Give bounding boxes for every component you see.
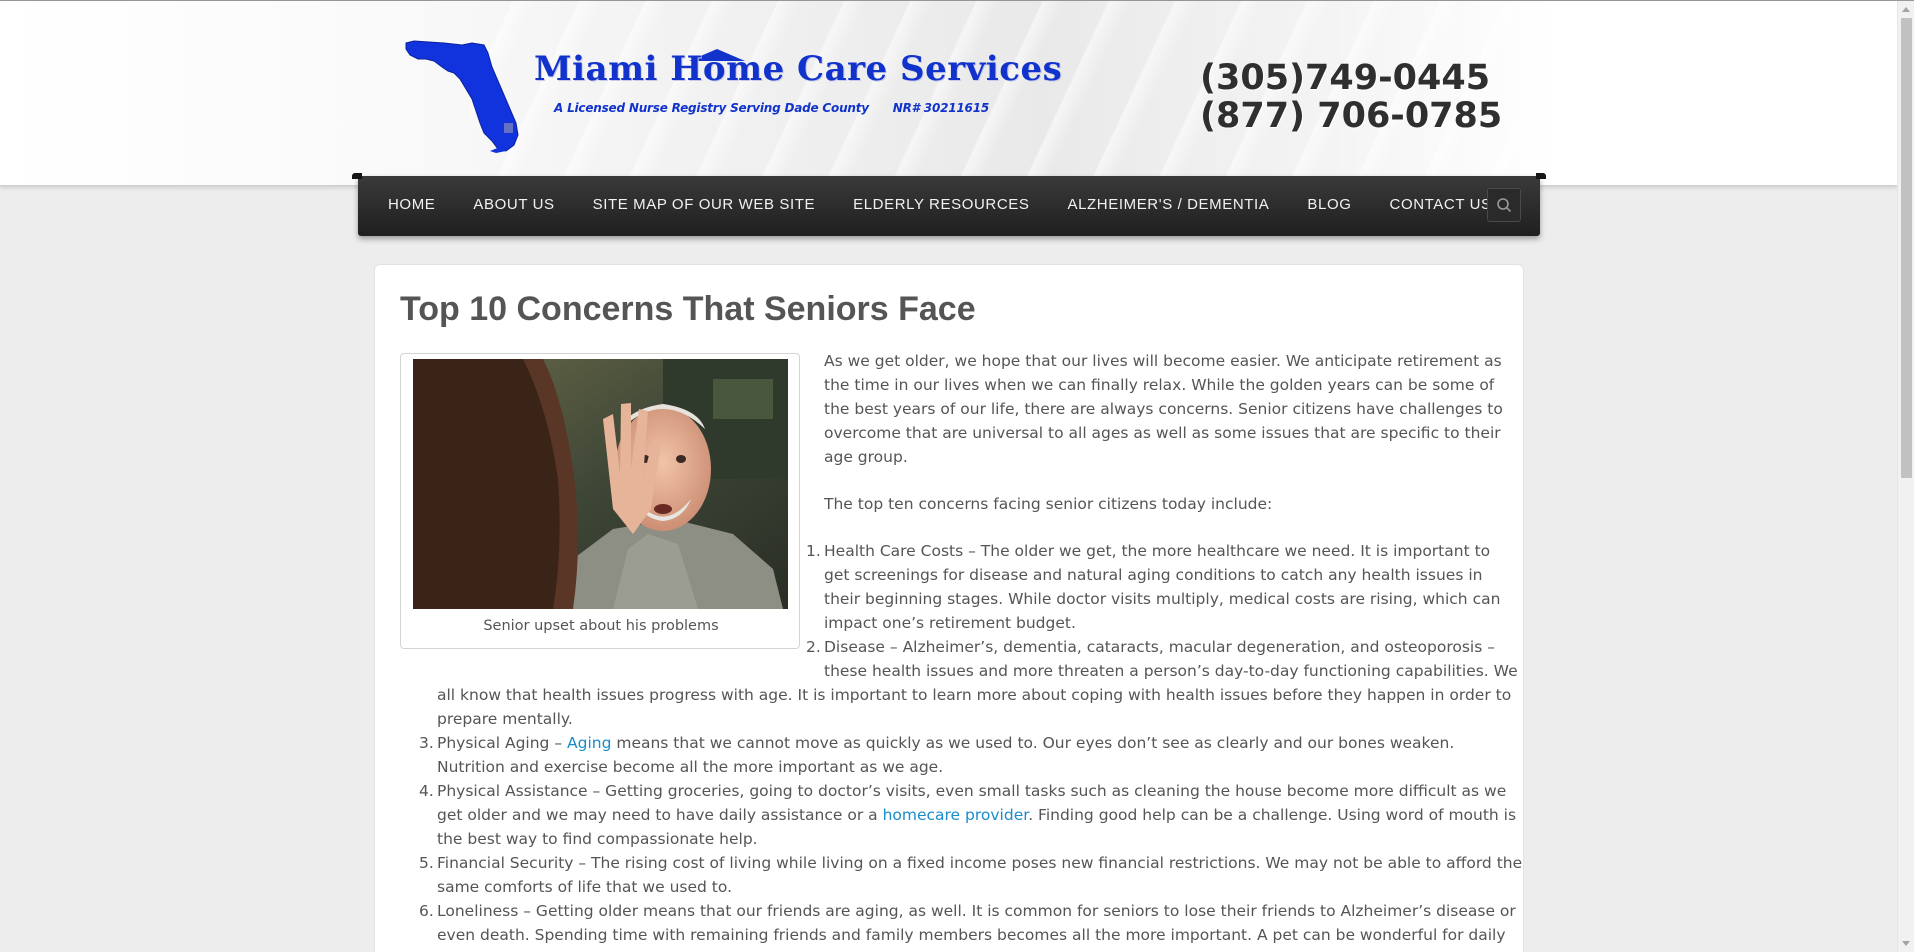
list-item-line: get older and we may need to have daily … <box>437 806 1516 824</box>
list-number: 6. <box>419 902 434 920</box>
list-item-line: Loneliness – Getting older means that ou… <box>437 902 1516 920</box>
list-number: 3. <box>419 734 434 752</box>
intro-paragraph: As we get older, we hope that our lives … <box>824 349 1504 469</box>
scroll-up-arrow-icon[interactable] <box>1902 7 1910 12</box>
list-item-text: means that we cannot move as quickly as … <box>611 734 1455 752</box>
senior-upset-image <box>413 359 788 609</box>
florida-map-icon <box>405 40 519 153</box>
site-header: Miami Home Care Services A Licensed Nurs… <box>0 1 1897 186</box>
phone-number-secondary[interactable]: (877) 706-0785 <box>1200 97 1520 135</box>
article-figure: Senior upset about his problems <box>400 353 800 649</box>
senior-photo[interactable] <box>413 359 788 609</box>
list-number: 5. <box>419 854 434 872</box>
list-item-line: get screenings for disease and natural a… <box>824 566 1483 584</box>
list-item-line: impact one’s retirement budget. <box>824 614 1076 632</box>
list-item-line: these health issues and more threaten a … <box>824 662 1518 680</box>
list-item-line: Physical Assistance – Getting groceries,… <box>437 782 1507 800</box>
list-item-line: the best way to find compassionate help. <box>437 830 758 848</box>
nav-item-site-map[interactable]: SITE MAP OF OUR WEB SITE <box>574 176 834 236</box>
list-item-line: Disease – Alzheimer’s, dementia, catarac… <box>824 638 1495 656</box>
nav-item-home[interactable]: HOME <box>358 176 454 236</box>
scrollbar-thumb[interactable] <box>1901 18 1912 478</box>
list-item-line: Health Care Costs – The older we get, th… <box>824 542 1491 560</box>
list-number: 1. <box>806 542 821 560</box>
nav-item-alzheimers-dementia[interactable]: ALZHEIMER'S / DEMENTIA <box>1048 176 1288 236</box>
site-logo[interactable]: Miami Home Care Services A Licensed Nurs… <box>404 35 1062 155</box>
article-container: Top 10 Concerns That Seniors Face Senior… <box>374 264 1524 952</box>
aging-link[interactable]: Aging <box>567 734 611 752</box>
logo-subtitle: A Licensed Nurse Registry Serving Dade C… <box>554 101 989 115</box>
search-icon <box>1497 198 1512 213</box>
page-title: Top 10 Concerns That Seniors Face <box>400 290 976 328</box>
list-item-line: even death. Spending time with remaining… <box>437 926 1506 944</box>
list-number: 2. <box>806 638 821 656</box>
homecare-provider-link[interactable]: homecare provider <box>883 806 1029 824</box>
list-item-line: Financial Security – The rising cost of … <box>437 854 1523 872</box>
scroll-down-arrow-icon[interactable] <box>1902 941 1910 946</box>
intro-line: the time in our lives when we can finall… <box>824 376 1495 394</box>
list-item-line: same comforts of life that we used to. <box>437 878 732 896</box>
nav-menu: HOME ABOUT US SITE MAP OF OUR WEB SITE E… <box>358 176 1511 236</box>
intro-line: age group. <box>824 448 908 466</box>
list-item-text: get older and we may need to have daily … <box>437 806 883 824</box>
list-item-line: Physical Aging – Aging means that we can… <box>437 734 1454 752</box>
main-navigation: HOME ABOUT US SITE MAP OF OUR WEB SITE E… <box>352 173 1546 236</box>
image-caption: Senior upset about his problems <box>483 618 719 634</box>
nav-item-about-us[interactable]: ABOUT US <box>454 176 573 236</box>
list-item-line: prepare mentally. <box>437 710 573 728</box>
intro-line: overcome that are universal to all ages … <box>824 424 1501 442</box>
search-button[interactable] <box>1487 188 1521 222</box>
intro-line: As we get older, we hope that our lives … <box>824 352 1502 370</box>
list-item-line: their beginning stages. While doctor vis… <box>824 590 1501 608</box>
vertical-scrollbar[interactable] <box>1897 1 1914 952</box>
lead-in-text: The top ten concerns facing senior citiz… <box>824 495 1273 513</box>
list-item-text: . Finding good help can be a challenge. … <box>1028 806 1517 824</box>
phone-number-primary[interactable]: (305)749-0445 <box>1200 59 1520 97</box>
list-item-text: Physical Aging – <box>437 734 567 752</box>
nav-item-blog[interactable]: BLOG <box>1288 176 1370 236</box>
nav-corner-right <box>1536 173 1546 179</box>
phone-numbers: (305)749-0445 (877) 706-0785 <box>1200 59 1520 135</box>
list-item-line: all know that health issues progress wit… <box>437 686 1512 704</box>
nav-item-elderly-resources[interactable]: ELDERLY RESOURCES <box>834 176 1048 236</box>
logo-title: Miami Home Care Services <box>534 49 1063 89</box>
intro-line: the best years of our life, there are al… <box>824 400 1503 418</box>
list-item-line: Nutrition and exercise become all the mo… <box>437 758 944 776</box>
list-number: 4. <box>419 782 434 800</box>
